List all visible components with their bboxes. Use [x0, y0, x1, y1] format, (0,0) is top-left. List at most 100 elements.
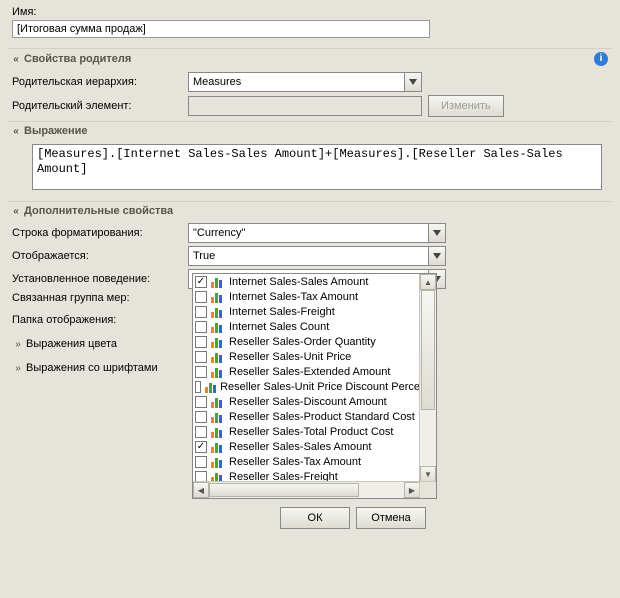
scroll-thumb[interactable]	[421, 290, 435, 410]
dropdown-button[interactable]	[404, 72, 422, 92]
measure-group-label: Связанная группа мер:	[12, 292, 188, 304]
section-parent-header[interactable]: « Свойства родителя i	[8, 48, 612, 69]
behavior-listbox[interactable]: Internet Sales-Sales Amount Internet Sale…	[192, 273, 437, 499]
checkbox[interactable]	[195, 366, 207, 378]
checkbox[interactable]	[195, 336, 207, 348]
scroll-up-button[interactable]: ▲	[420, 274, 436, 290]
checkbox[interactable]	[195, 411, 207, 423]
measure-icon	[211, 321, 225, 333]
expression-textarea[interactable]: [Measures].[Internet Sales-Sales Amount]…	[32, 144, 602, 190]
measure-icon	[211, 396, 225, 408]
chevron-down-icon	[433, 253, 441, 259]
parent-hierarchy-label: Родительская иерархия:	[12, 76, 188, 88]
measure-icon	[211, 351, 225, 363]
collapse-icon: «	[10, 54, 22, 65]
list-item[interactable]: Reseller Sales-Extended Amount	[193, 364, 420, 379]
list-item[interactable]: Reseller Sales-Product Standard Cost	[193, 409, 420, 424]
measure-icon	[211, 336, 225, 348]
list-item[interactable]: Reseller Sales-Total Product Cost	[193, 424, 420, 439]
checkbox[interactable]	[195, 306, 207, 318]
list-item-label: Internet Sales-Freight	[229, 306, 335, 318]
checkbox[interactable]	[195, 426, 207, 438]
section-additional-title: Дополнительные свойства	[24, 205, 173, 217]
ok-button[interactable]: ОК	[280, 507, 350, 529]
parent-element-field	[188, 96, 422, 116]
measure-icon	[211, 411, 225, 423]
name-input[interactable]	[12, 20, 430, 38]
list-item[interactable]: Reseller Sales-Unit Price	[193, 349, 420, 364]
checkbox[interactable]	[195, 276, 207, 288]
arrow-left-icon: ◀	[198, 486, 204, 495]
list-item[interactable]: Reseller Sales-Tax Amount	[193, 454, 420, 469]
list-item-label: Reseller Sales-Unit Price	[229, 351, 351, 363]
scroll-thumb[interactable]	[209, 483, 359, 497]
measure-icon	[211, 441, 225, 453]
chevron-down-icon	[433, 230, 441, 236]
list-item-label: Internet Sales-Sales Amount	[229, 276, 368, 288]
list-item[interactable]: Reseller Sales-Order Quantity	[193, 334, 420, 349]
checkbox[interactable]	[195, 381, 201, 393]
font-expressions-label: Выражения со шрифтами	[26, 362, 158, 374]
scroll-right-button[interactable]: ▶	[404, 482, 420, 498]
change-button: Изменить	[428, 95, 504, 117]
info-icon[interactable]: i	[594, 52, 608, 66]
visible-label: Отображается:	[12, 250, 188, 262]
list-item[interactable]: Internet Sales-Tax Amount	[193, 289, 420, 304]
color-expressions-toggle[interactable]: » Выражения цвета	[12, 338, 188, 350]
color-expressions-label: Выражения цвета	[26, 338, 117, 350]
list-item-label: Reseller Sales-Order Quantity	[229, 336, 376, 348]
list-item[interactable]: Internet Sales-Freight	[193, 304, 420, 319]
measure-icon	[205, 381, 216, 393]
parent-element-label: Родительский элемент:	[12, 100, 188, 112]
format-string-select[interactable]: "Currency"	[188, 223, 446, 243]
measure-icon	[211, 366, 225, 378]
checkbox[interactable]	[195, 291, 207, 303]
collapse-icon: «	[10, 126, 22, 137]
arrow-up-icon: ▲	[424, 278, 432, 287]
list-item[interactable]: Reseller Sales-Discount Amount	[193, 394, 420, 409]
scroll-down-button[interactable]: ▼	[420, 466, 436, 482]
arrow-down-icon: ▼	[424, 470, 432, 479]
section-parent-title: Свойства родителя	[24, 53, 131, 65]
list-item-label: Reseller Sales-Unit Price Discount Perce	[220, 381, 420, 393]
measure-icon	[211, 276, 225, 288]
list-item-label: Reseller Sales-Product Standard Cost	[229, 411, 415, 423]
cancel-button[interactable]: Отмена	[356, 507, 426, 529]
list-item-label: Reseller Sales-Extended Amount	[229, 366, 390, 378]
list-item-label: Internet Sales-Tax Amount	[229, 291, 358, 303]
list-item[interactable]: Reseller Sales-Unit Price Discount Perce	[193, 379, 420, 394]
section-additional-header[interactable]: « Дополнительные свойства	[8, 201, 612, 220]
vertical-scrollbar[interactable]: ▲ ▼	[419, 274, 436, 482]
expand-icon: »	[12, 363, 24, 374]
list-item-label: Internet Sales Count	[229, 321, 329, 333]
chevron-down-icon	[409, 79, 417, 85]
scroll-left-button[interactable]: ◀	[193, 482, 209, 498]
measure-icon	[211, 456, 225, 468]
dropdown-button[interactable]	[428, 246, 446, 266]
list-item-label: Reseller Sales-Sales Amount	[229, 441, 371, 453]
parent-hierarchy-select[interactable]: Measures	[188, 72, 422, 92]
visible-value: True	[188, 246, 428, 266]
visible-select[interactable]: True	[188, 246, 446, 266]
parent-hierarchy-value: Measures	[188, 72, 404, 92]
list-item[interactable]: Internet Sales-Sales Amount	[193, 274, 420, 289]
display-folder-label: Папка отображения:	[12, 314, 188, 326]
checkbox[interactable]	[195, 321, 207, 333]
name-label: Имя:	[12, 6, 612, 18]
checkbox[interactable]	[195, 351, 207, 363]
format-string-label: Строка форматирования:	[12, 227, 188, 239]
list-item[interactable]: Internet Sales Count	[193, 319, 420, 334]
section-expression-header[interactable]: « Выражение	[8, 121, 612, 140]
font-expressions-toggle[interactable]: » Выражения со шрифтами	[12, 362, 188, 374]
collapse-icon: «	[10, 206, 22, 217]
checkbox[interactable]	[195, 456, 207, 468]
list-item-label: Reseller Sales-Tax Amount	[229, 456, 361, 468]
measure-icon	[211, 306, 225, 318]
list-item[interactable]: Reseller Sales-Sales Amount	[193, 439, 420, 454]
dropdown-button[interactable]	[428, 223, 446, 243]
horizontal-scrollbar[interactable]: ◀ ▶	[193, 481, 420, 498]
arrow-right-icon: ▶	[409, 486, 415, 495]
checkbox[interactable]	[195, 396, 207, 408]
checkbox[interactable]	[195, 441, 207, 453]
format-string-value: "Currency"	[188, 223, 428, 243]
